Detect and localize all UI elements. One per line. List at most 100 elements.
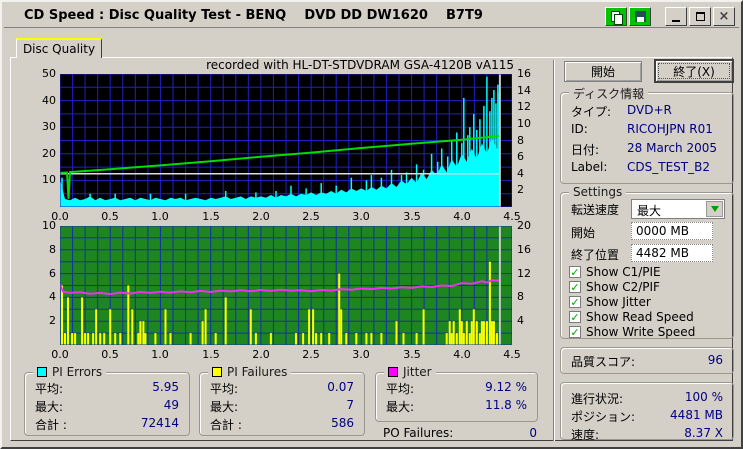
progress-value: 8.37 X [684, 426, 723, 440]
checkbox-show-jitter[interactable]: ✓ Show Jitter [569, 295, 651, 309]
checkbox-label: Show Write Speed [586, 325, 696, 339]
axis-tick-label: 4.5 [503, 348, 521, 361]
stat-row: 平均: 5.95 [35, 380, 179, 397]
quality-score-value: 96 [707, 353, 723, 367]
disc-info-label: Label: [571, 160, 608, 174]
axis-tick-label: 3.5 [403, 348, 421, 361]
stat-label: 平均: [210, 382, 239, 396]
pi-failures-jitter-chart [59, 225, 513, 349]
axis-tick-label: 14 [517, 84, 531, 97]
stat-label: 最大: [210, 400, 239, 414]
disc-info-row: タイプ: DVD+R [571, 103, 723, 120]
exit-button[interactable]: 終了(X) [654, 59, 734, 83]
axis-tick-label: 20 [42, 147, 56, 160]
axis-tick-label: 1.5 [202, 210, 220, 223]
speed-select-arrow-button[interactable] [706, 201, 723, 217]
checkbox-show-c2-pif[interactable]: ✓ Show C2/PIF [569, 280, 660, 294]
axis-tick-label: 1.0 [151, 210, 169, 223]
checkbox-label: Show C2/PIF [586, 280, 660, 294]
disc-info-label: 日付: [571, 143, 600, 157]
checkbox-box: ✓ [569, 295, 581, 309]
po-failures-value: 0 [529, 426, 537, 440]
start-pos-field[interactable]: 0000 MB [631, 222, 713, 240]
stat-label: 合計 : [35, 418, 67, 432]
minimize-button[interactable] [665, 7, 687, 26]
minimize-icon [672, 20, 680, 22]
app-window: CD Speed : Disc Quality Test - BENQ DVD … [0, 0, 743, 449]
stat-value: 9.12 % [485, 380, 527, 394]
axis-tick-label: 4 [49, 290, 56, 303]
end-pos-label: 終了位置 [571, 248, 620, 262]
checkbox-show-write-speed[interactable]: ✓ Show Write Speed [569, 325, 695, 339]
axis-tick-label: 8 [517, 290, 524, 303]
checkbox-show-read-speed[interactable]: ✓ Show Read Speed [569, 310, 694, 324]
speed-select[interactable]: 最大 [631, 199, 725, 219]
axis-tick-label: 12 [517, 100, 531, 113]
close-button[interactable]: × [713, 7, 735, 26]
speed-select-value: 最大 [637, 204, 662, 218]
checkbox-box: ✓ [569, 265, 581, 279]
checkbox-show-c1-pie[interactable]: ✓ Show C1/PIE [569, 265, 661, 279]
disc-info-label: タイプ: [571, 105, 612, 119]
axis-tick-label: 1.5 [202, 348, 220, 361]
legend-title: PI Failures [208, 365, 292, 379]
tab-disc-quality[interactable]: Disc Quality [16, 38, 102, 58]
axis-tick-label: 10 [517, 117, 531, 130]
legend-title: PI Errors [33, 365, 107, 379]
start-button[interactable]: 開始 [564, 61, 642, 82]
stat-value: 49 [163, 398, 179, 412]
progress-group: 進行状況: 100 % ポジション: 4481 MB 速度: 8.37 X [560, 382, 734, 442]
disc-info-value: RICOHJPN R01 [627, 122, 713, 136]
save-button[interactable] [629, 7, 651, 26]
axis-tick-label: 4 [517, 314, 524, 327]
copy-button[interactable] [605, 7, 627, 26]
checkbox-box: ✓ [569, 325, 581, 339]
maximize-icon [695, 12, 705, 21]
end-pos-field[interactable]: 4482 MB [631, 244, 713, 262]
axis-tick-label: 8 [49, 243, 56, 256]
po-failures-row: PO Failures: 0 [383, 426, 537, 440]
axis-tick-label: 2 [517, 183, 524, 196]
stat-row: 最大: 49 [35, 398, 179, 415]
pi-errors-chart [59, 73, 513, 211]
checkbox-box: ✓ [569, 310, 581, 324]
axis-tick-label: 0.5 [101, 210, 119, 223]
stat-value: 7 [346, 398, 354, 412]
stat-row: 合計 : 72414 [35, 416, 179, 433]
checkbox-label: Show Jitter [586, 295, 651, 309]
stat-value: 5.95 [152, 380, 179, 394]
legend-box-pi-failures: PI Failures 平均: 0.07 最大: 7 合計 : 586 [199, 365, 365, 436]
stat-value: 0.07 [327, 380, 354, 394]
disc-info-row: ID: RICOHJPN R01 [571, 122, 723, 139]
progress-label: ポジション: [571, 410, 636, 424]
titlebar: CD Speed : Disc Quality Test - BENQ DVD … [4, 4, 739, 28]
legend-box-jitter: Jitter 平均: 9.12 % 最大: 11.8 % [375, 365, 538, 422]
stat-row: 合計 : 586 [210, 416, 354, 433]
window-title: CD Speed : Disc Quality Test - BENQ DVD … [24, 8, 483, 23]
maximize-button[interactable] [689, 7, 711, 26]
speed-label: 転送速度 [571, 203, 620, 217]
stat-label: 最大: [386, 400, 415, 414]
axis-tick-label: 2.5 [302, 210, 320, 223]
axis-tick-label: 10 [42, 219, 56, 232]
tab-label: Disc Quality [22, 42, 96, 56]
legend-title: Jitter [384, 365, 436, 379]
axis-tick-label: 2.0 [252, 348, 270, 361]
axis-tick-label: 2.0 [252, 210, 270, 223]
settings-title: Settings [569, 185, 627, 199]
axis-tick-label: 8 [517, 134, 524, 147]
stat-row: 最大: 7 [210, 398, 354, 415]
legend-name: PI Errors [52, 365, 103, 379]
copy-icon [610, 10, 623, 25]
legend-box-pi-errors: PI Errors 平均: 5.95 最大: 49 合計 : 72414 [24, 365, 190, 436]
progress-row: 進行状況: 100 % [571, 390, 723, 407]
axis-tick-label: 3.5 [403, 210, 421, 223]
stat-label: 合計 : [210, 418, 242, 432]
axis-tick-label: 10 [42, 173, 56, 186]
axis-tick-label: 16 [517, 67, 531, 80]
chevron-down-icon [710, 206, 719, 212]
disc-info-title: ディスク情報 [569, 85, 649, 102]
axis-tick-label: 0.5 [101, 348, 119, 361]
axis-tick-label: 2 [49, 314, 56, 327]
checkbox-box: ✓ [569, 280, 581, 294]
